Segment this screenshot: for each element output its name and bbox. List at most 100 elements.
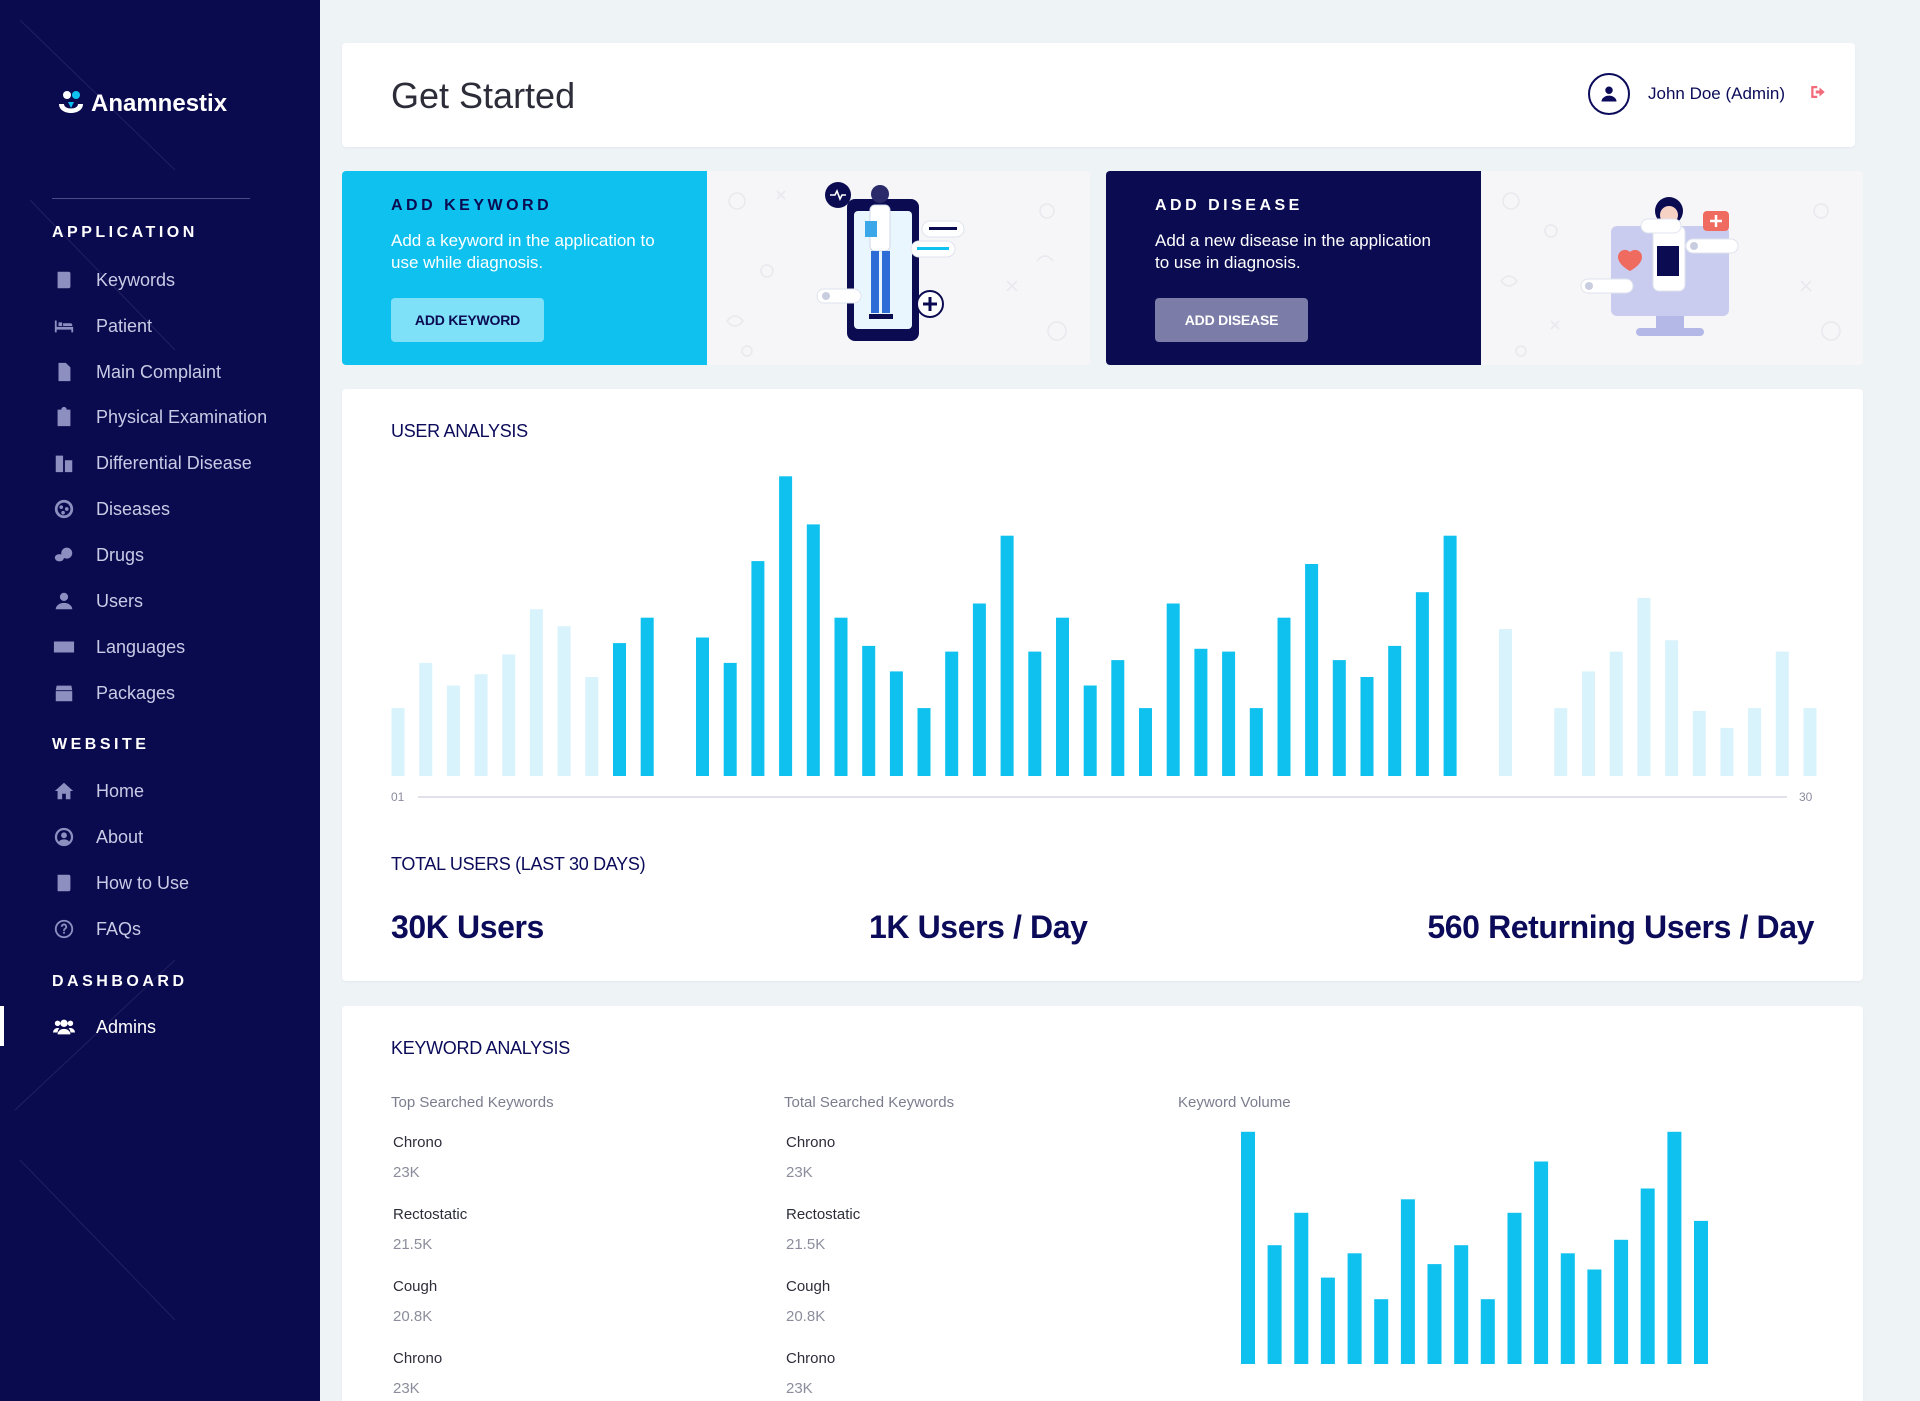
sidebar-item-home[interactable]: Home xyxy=(52,774,312,808)
sidebar-item-label: About xyxy=(96,826,144,847)
bed-icon xyxy=(52,314,76,338)
chart-bar xyxy=(1554,708,1568,776)
chart-bar xyxy=(1056,617,1069,776)
chart-bar xyxy=(1694,1220,1708,1364)
sidebar-item-diseases[interactable]: Diseases xyxy=(52,492,312,526)
chart-bar xyxy=(1305,564,1319,776)
chart-bar xyxy=(834,617,848,776)
chart-bar xyxy=(1587,1269,1602,1364)
sidebar-item-admins[interactable]: Admins xyxy=(52,1010,312,1044)
page-header: Get Started John Doe (Admin) xyxy=(342,43,1855,147)
brand-logo[interactable]: Anamnestix xyxy=(55,88,227,120)
add-keyword-button[interactable]: ADD KEYWORD xyxy=(391,298,544,342)
sidebar-item-differential-disease[interactable]: Differential Disease xyxy=(52,446,312,480)
sidebar-item-users[interactable]: Users xyxy=(52,584,312,618)
chart-bar xyxy=(1443,535,1457,776)
chart-bar xyxy=(391,708,405,776)
add-disease-panel: ADD DISEASE Add a new disease in the app… xyxy=(1106,171,1481,365)
chart-bar xyxy=(1454,1245,1469,1364)
chart-bar xyxy=(806,524,820,776)
chart-bar xyxy=(1665,640,1679,776)
add-keyword-description: Add a keyword in the application to use … xyxy=(391,231,655,272)
logo-icon xyxy=(59,91,83,113)
page-title: Get Started xyxy=(391,75,576,116)
chart-bar xyxy=(1667,1131,1682,1364)
logout-icon[interactable] xyxy=(1809,83,1827,106)
sidebar-item-label: Home xyxy=(96,780,145,801)
chart-bar xyxy=(502,654,516,776)
add-disease-banner: ADD DISEASE Add a new disease in the app… xyxy=(1106,171,1863,365)
x-axis-end-label: 30 xyxy=(1799,790,1813,804)
chart-bar xyxy=(889,671,903,776)
chart-bar xyxy=(1360,677,1374,776)
add-disease-description: Add a new disease in the application to … xyxy=(1155,231,1431,272)
sidebar: Anamnestix APPLICATION Keywords Patient … xyxy=(0,0,320,1401)
keyword-volume-chart xyxy=(1241,1131,1708,1364)
nav-section-dashboard: DASHBOARD xyxy=(52,973,188,990)
sidebar-item-languages[interactable]: Languages xyxy=(52,630,312,664)
chart-bar xyxy=(557,626,571,776)
stat-returning-users: 560 Returning Users / Day xyxy=(1427,909,1814,945)
nav-section-website: WEBSITE xyxy=(52,736,150,753)
doctor-phone-illustration xyxy=(707,171,1090,365)
users-cog-icon xyxy=(52,1015,76,1039)
add-keyword-title: ADD KEYWORD xyxy=(391,197,553,214)
chart-bar xyxy=(1480,1299,1495,1364)
sidebar-item-label: Main Complaint xyxy=(96,361,222,382)
stat-users-per-day: 1K Users / Day xyxy=(869,909,1088,945)
clipboard-icon xyxy=(52,405,76,429)
chart-bar xyxy=(1000,535,1014,776)
sidebar-item-keywords[interactable]: Keywords xyxy=(52,263,312,297)
sidebar-item-patient[interactable]: Patient xyxy=(52,309,312,343)
chart-bar xyxy=(972,603,986,776)
chart-bar xyxy=(862,645,876,776)
sidebar-item-main-complaint[interactable]: Main Complaint xyxy=(52,355,312,389)
avatar[interactable] xyxy=(1587,73,1630,115)
sidebar-item-drugs[interactable]: Drugs xyxy=(52,538,312,572)
chart-bar xyxy=(1560,1253,1575,1364)
chart-bar xyxy=(1388,645,1402,776)
chart-bar xyxy=(1637,597,1651,776)
sidebar-item-label: Differential Disease xyxy=(96,452,252,473)
chart-bar xyxy=(585,677,599,776)
chart-bar xyxy=(529,609,543,776)
language-icon xyxy=(52,635,76,659)
book-icon xyxy=(52,268,76,292)
chart-bar xyxy=(696,637,709,776)
nav-section-application: APPLICATION xyxy=(52,224,198,241)
home-icon xyxy=(52,779,76,803)
sidebar-item-label: Users xyxy=(96,590,144,611)
chart-bar xyxy=(640,617,654,776)
question-circle-icon xyxy=(52,917,76,941)
sidebar-item-about[interactable]: About xyxy=(52,820,312,854)
sidebar-divider xyxy=(52,198,250,199)
sidebar-item-packages[interactable]: Packages xyxy=(52,676,312,710)
sidebar-item-label: Keywords xyxy=(96,269,176,290)
chart-bar xyxy=(1427,1264,1442,1364)
chart-bar xyxy=(1415,592,1429,776)
sidebar-item-label: FAQs xyxy=(96,918,142,939)
sidebar-item-how-to-use[interactable]: How to Use xyxy=(52,866,312,900)
sidebar-item-label: Diseases xyxy=(96,498,171,519)
chart-bar xyxy=(779,476,793,776)
chart-bar xyxy=(419,662,433,776)
building-icon xyxy=(52,451,76,475)
sidebar-item-label: Admins xyxy=(96,1016,157,1037)
user-circle-icon xyxy=(52,825,76,849)
chart-bar xyxy=(1720,727,1734,776)
chart-bar xyxy=(1748,708,1762,776)
chart-bar xyxy=(1222,651,1236,776)
sidebar-item-physical-examination[interactable]: Physical Examination xyxy=(52,400,312,434)
sidebar-item-faqs[interactable]: FAQs xyxy=(52,912,312,946)
user-name[interactable]: John Doe (Admin) xyxy=(1648,84,1785,104)
x-axis-start-label: 01 xyxy=(391,790,405,804)
total-users-title: TOTAL USERS (LAST 30 DAYS) xyxy=(391,854,646,874)
virus-icon xyxy=(52,497,76,521)
chart-bar xyxy=(474,674,488,776)
chart-bar xyxy=(1332,660,1346,776)
chart-bar xyxy=(1347,1253,1362,1364)
add-disease-button[interactable]: ADD DISEASE xyxy=(1155,298,1308,342)
chart-bar xyxy=(917,708,931,776)
chart-bar xyxy=(1249,708,1263,776)
chart-bar xyxy=(1277,617,1291,776)
